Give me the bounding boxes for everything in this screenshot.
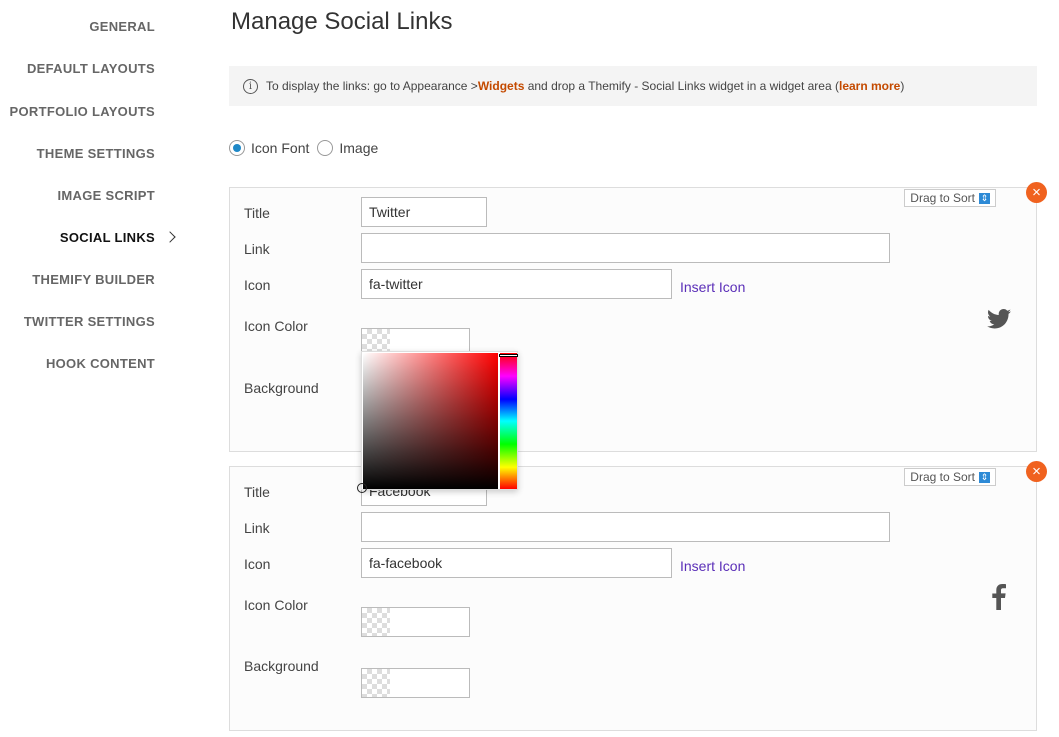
notice-text-middle: and drop a Themify - Social Links widget… bbox=[524, 79, 839, 93]
link-label: Link bbox=[244, 241, 270, 257]
sidebar-item-default-layouts[interactable]: DEFAULT LAYOUTS bbox=[27, 61, 155, 76]
drag-to-sort-label: Drag to Sort bbox=[910, 191, 975, 205]
info-notice: i To display the links: go to Appearance… bbox=[229, 66, 1037, 106]
image-label[interactable]: Image bbox=[339, 140, 378, 156]
notice-text-after: ) bbox=[900, 79, 905, 93]
icon-font-radio[interactable] bbox=[229, 140, 245, 156]
link-input[interactable] bbox=[361, 512, 890, 542]
link-label: Link bbox=[244, 520, 270, 536]
drag-to-sort-handle[interactable]: Drag to Sort ⇕ bbox=[904, 189, 996, 207]
sidebar-item-theme-settings[interactable]: THEME SETTINGS bbox=[37, 146, 155, 161]
transparent-swatch bbox=[362, 608, 390, 636]
title-input[interactable] bbox=[361, 197, 487, 227]
page-title: Manage Social Links bbox=[231, 8, 453, 35]
insert-icon-link[interactable]: Insert Icon bbox=[680, 558, 745, 574]
facebook-icon bbox=[992, 584, 1006, 610]
background-label: Background bbox=[244, 658, 319, 674]
info-icon: i bbox=[243, 78, 258, 94]
image-radio[interactable] bbox=[317, 140, 334, 156]
saturation-value-area[interactable] bbox=[363, 353, 498, 489]
sidebar-item-hook-content[interactable]: HOOK CONTENT bbox=[46, 356, 155, 371]
twitter-icon bbox=[987, 309, 1011, 329]
drag-to-sort-label: Drag to Sort bbox=[910, 470, 975, 484]
icon-color-label: Icon Color bbox=[244, 318, 308, 334]
learn-more-link[interactable]: learn more bbox=[839, 79, 900, 93]
sidebar-item-social-links[interactable]: SOCIAL LINKS bbox=[60, 230, 155, 245]
icon-label: Icon bbox=[244, 277, 271, 293]
icon-input[interactable] bbox=[361, 548, 672, 578]
sort-arrows-icon: ⇕ bbox=[979, 471, 990, 483]
icon-label: Icon bbox=[244, 556, 271, 572]
icon-type-selector: Icon Font Image bbox=[229, 140, 386, 156]
transparent-swatch bbox=[362, 669, 390, 697]
icon-color-label: Icon Color bbox=[244, 597, 308, 613]
background-label: Background bbox=[244, 380, 319, 396]
color-picker-handle[interactable] bbox=[357, 483, 367, 493]
hue-slider-handle[interactable] bbox=[499, 354, 518, 357]
hue-slider[interactable] bbox=[499, 353, 518, 489]
icon-color-picker[interactable] bbox=[361, 607, 470, 637]
remove-link-button[interactable]: × bbox=[1026, 461, 1047, 482]
chevron-right-icon bbox=[164, 231, 176, 243]
sidebar-item-image-script[interactable]: IMAGE SCRIPT bbox=[58, 188, 156, 203]
color-picker-popup bbox=[361, 351, 518, 490]
widgets-link[interactable]: Widgets bbox=[478, 79, 525, 93]
remove-link-button[interactable]: × bbox=[1026, 182, 1047, 203]
background-color-picker[interactable] bbox=[361, 668, 470, 698]
social-link-card: Drag to Sort ⇕ × Title Link Icon Insert … bbox=[229, 182, 1047, 452]
social-link-card: Drag to Sort ⇕ × Title Link Icon Insert … bbox=[229, 461, 1047, 731]
sort-arrows-icon: ⇕ bbox=[979, 192, 990, 204]
link-input[interactable] bbox=[361, 233, 890, 263]
icon-input[interactable] bbox=[361, 269, 672, 299]
sidebar-item-themify-builder[interactable]: THEMIFY BUILDER bbox=[32, 272, 155, 287]
title-label: Title bbox=[244, 484, 270, 500]
drag-to-sort-handle[interactable]: Drag to Sort ⇕ bbox=[904, 468, 996, 486]
sidebar-item-portfolio-layouts[interactable]: PORTFOLIO LAYOUTS bbox=[10, 104, 155, 119]
title-label: Title bbox=[244, 205, 270, 221]
sidebar-item-twitter-settings[interactable]: TWITTER SETTINGS bbox=[24, 314, 155, 329]
insert-icon-link[interactable]: Insert Icon bbox=[680, 279, 745, 295]
icon-font-label[interactable]: Icon Font bbox=[251, 140, 309, 156]
sidebar-item-general[interactable]: GENERAL bbox=[89, 19, 155, 34]
notice-text-before: To display the links: go to Appearance > bbox=[266, 79, 478, 93]
